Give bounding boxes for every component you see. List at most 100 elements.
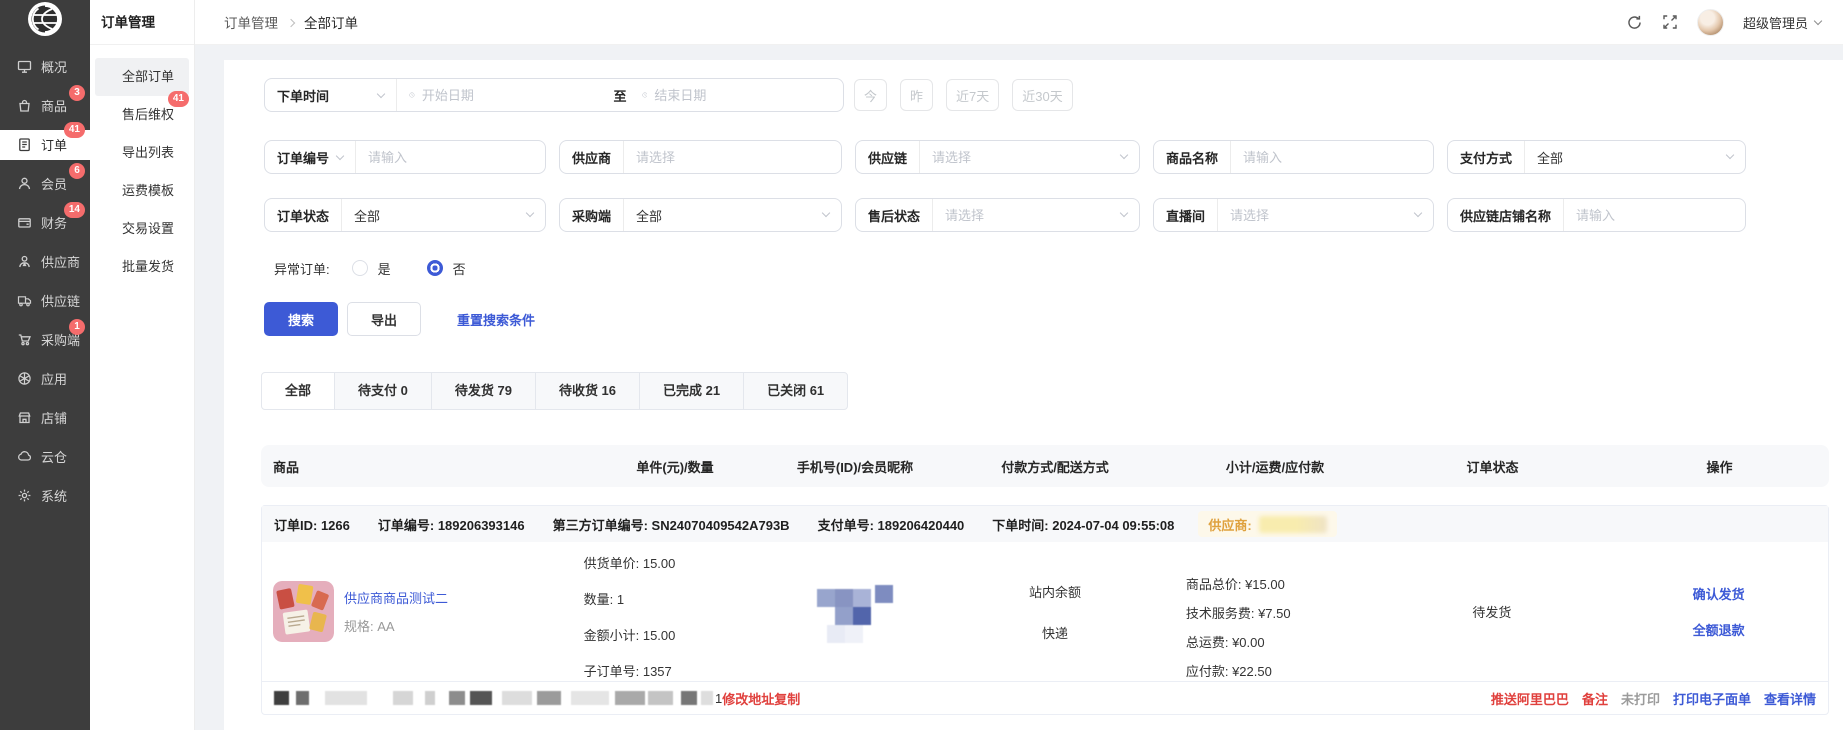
fullscreen-icon[interactable]	[1662, 14, 1678, 30]
filter-label: 直播间	[1166, 206, 1205, 225]
order-no: 订单编号: 189206393146	[378, 515, 525, 534]
quick-30days-button[interactable]: 近30天	[1012, 79, 1072, 111]
refresh-icon[interactable]	[1626, 14, 1643, 31]
sidebar-item-purchase[interactable]: 采购端 1	[0, 320, 90, 359]
tab-unpaid[interactable]: 待支付 0	[334, 372, 432, 410]
clock-icon	[409, 88, 415, 102]
order-id: 订单ID: 1266	[274, 515, 350, 534]
sidebar-item-members[interactable]: 会员 6	[0, 164, 90, 203]
order-status-filter[interactable]: 订单状态 全部	[264, 198, 546, 232]
supply-chain-select[interactable]	[932, 150, 1111, 165]
sidebar-item-shop[interactable]: 店铺	[0, 398, 90, 437]
tab-completed[interactable]: 已完成 21	[639, 372, 744, 410]
supplier-select[interactable]	[636, 150, 829, 165]
supplier-badge-label: 供应商:	[1208, 515, 1251, 534]
tab-closed[interactable]: 已关闭 61	[743, 372, 848, 410]
amounts-cell: 商品总价: ¥15.00 技术服务费: ¥7.50 总运费: ¥0.00 应付款…	[1175, 542, 1375, 681]
bag-icon	[17, 98, 32, 113]
cart-icon	[17, 332, 32, 347]
product-spec: 规格: AA	[344, 616, 448, 635]
quantity: 数量: 1	[584, 582, 776, 618]
submenu-item-freight-template[interactable]: 运费模板	[95, 172, 189, 210]
confirm-ship-link[interactable]: 确认发货	[1693, 584, 1745, 603]
cloud-icon	[17, 449, 32, 464]
after-sales-badge: 41	[168, 91, 189, 107]
copy-link[interactable]: 复制	[774, 689, 800, 708]
submenu-item-label: 售后维权	[122, 107, 174, 122]
supply-chain-shop-filter[interactable]: 供应链店铺名称	[1447, 198, 1746, 232]
order-no-input[interactable]	[368, 150, 533, 165]
sidebar-item-label: 财务	[41, 213, 67, 232]
start-date-input[interactable]	[422, 88, 599, 103]
export-button[interactable]: 导出	[347, 302, 421, 336]
live-room-filter[interactable]: 直播间	[1153, 198, 1434, 232]
filter-label: 供应链店铺名称	[1460, 206, 1551, 225]
sidebar-item-supplier[interactable]: 供应商	[0, 242, 90, 281]
sidebar-item-label: 云仓	[41, 447, 67, 466]
sidebar-item-orders[interactable]: 订单 41	[0, 130, 90, 160]
time-type-select[interactable]: 下单时间	[265, 79, 397, 111]
supplier-filter[interactable]: 供应商	[559, 140, 842, 174]
submenu-item-export-list[interactable]: 导出列表	[95, 134, 189, 172]
sidebar-item-overview[interactable]: 概况	[0, 47, 90, 86]
view-detail-link[interactable]: 查看详情	[1764, 689, 1816, 708]
tab-to-ship[interactable]: 待发货 79	[431, 372, 536, 410]
abnormal-no-radio[interactable]	[427, 260, 443, 276]
reset-filters-link[interactable]: 重置搜索条件	[457, 310, 535, 329]
supplier-badge: 供应商:	[1198, 511, 1336, 537]
pay-method-filter[interactable]: 支付方式 全部	[1447, 140, 1746, 174]
sidebar-item-finance[interactable]: 财务 14	[0, 203, 90, 242]
order-no-filter[interactable]: 订单编号	[264, 140, 546, 174]
quick-7days-button[interactable]: 近7天	[946, 79, 999, 111]
wallet-icon	[17, 215, 32, 230]
buyer-cell	[775, 542, 935, 681]
sidebar-item-label: 会员	[41, 174, 67, 193]
order-no-type-select[interactable]: 订单编号	[265, 141, 356, 173]
abnormal-yes-radio[interactable]	[352, 260, 368, 276]
remark-link[interactable]: 备注	[1582, 689, 1608, 708]
after-sales-status-filter[interactable]: 售后状态	[855, 198, 1140, 232]
sidebar-item-goods[interactable]: 商品 3	[0, 86, 90, 125]
sidebar-item-label: 店铺	[41, 408, 67, 427]
sidebar-item-apps[interactable]: 应用	[0, 359, 90, 398]
sidebar-item-system[interactable]: 系统	[0, 476, 90, 515]
supply-chain-filter[interactable]: 供应链	[855, 140, 1140, 174]
quick-yesterday-button[interactable]: 昨	[900, 79, 933, 111]
pay-delivery-cell: 站内余额 快递	[935, 542, 1175, 681]
quick-today-button[interactable]: 今	[854, 79, 887, 111]
col-pay-delivery: 付款方式/配送方式	[935, 457, 1175, 476]
submenu-item-after-sales[interactable]: 售后维权 41	[95, 96, 189, 134]
product-name-link[interactable]: 供应商商品测试二	[344, 588, 448, 607]
order-meta-bar: 订单ID: 1266 订单编号: 189206393146 第三方订单编号: S…	[262, 506, 1828, 542]
user-avatar[interactable]	[1697, 9, 1724, 36]
edit-address-link[interactable]: 修改地址	[722, 689, 774, 708]
pay-method: 站内余额	[1029, 582, 1081, 601]
after-sales-status-select[interactable]	[945, 208, 1111, 223]
submenu-item-trade-settings[interactable]: 交易设置	[95, 210, 189, 248]
chevron-down-icon	[336, 151, 344, 159]
live-room-select[interactable]	[1230, 208, 1405, 223]
submenu-item-batch-ship[interactable]: 批量发货	[95, 248, 189, 286]
search-button[interactable]: 搜索	[264, 302, 338, 336]
full-refund-link[interactable]: 全额退款	[1693, 620, 1745, 639]
print-e-waybill-link[interactable]: 打印电子面单	[1673, 689, 1751, 708]
supply-chain-shop-input[interactable]	[1576, 208, 1733, 223]
goods-name-input[interactable]	[1243, 150, 1421, 165]
end-date-input[interactable]	[654, 88, 831, 103]
breadcrumb-current: 全部订单	[304, 12, 358, 32]
tab-all[interactable]: 全部	[261, 372, 335, 410]
sidebar-item-label: 供应链	[41, 291, 80, 310]
tab-shipped[interactable]: 待收货 16	[535, 372, 640, 410]
goods-name-filter[interactable]: 商品名称	[1153, 140, 1434, 174]
product-image[interactable]	[273, 581, 334, 642]
sidebar-item-supply-chain[interactable]: 供应链	[0, 281, 90, 320]
sidebar-item-cloud-warehouse[interactable]: 云仓	[0, 437, 90, 476]
filter-label: 采购端	[572, 206, 611, 225]
push-alibaba-link[interactable]: 推送阿里巴巴	[1491, 689, 1569, 708]
submenu-item-label: 全部订单	[122, 69, 174, 84]
purchase-side-filter[interactable]: 采购端 全部	[559, 198, 842, 232]
col-phone-nick: 手机号(ID)/会员昵称	[775, 457, 935, 476]
purchase-badge: 1	[69, 319, 85, 335]
user-menu[interactable]: 超级管理员	[1743, 13, 1821, 32]
submenu-item-label: 运费模板	[122, 183, 174, 198]
